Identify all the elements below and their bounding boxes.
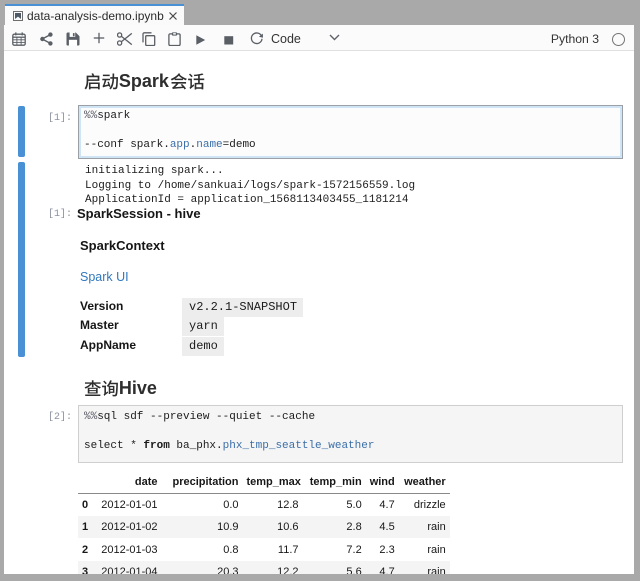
svg-text:Hive: Hive [119, 378, 157, 398]
svg-text:Spark: Spark [119, 71, 170, 91]
